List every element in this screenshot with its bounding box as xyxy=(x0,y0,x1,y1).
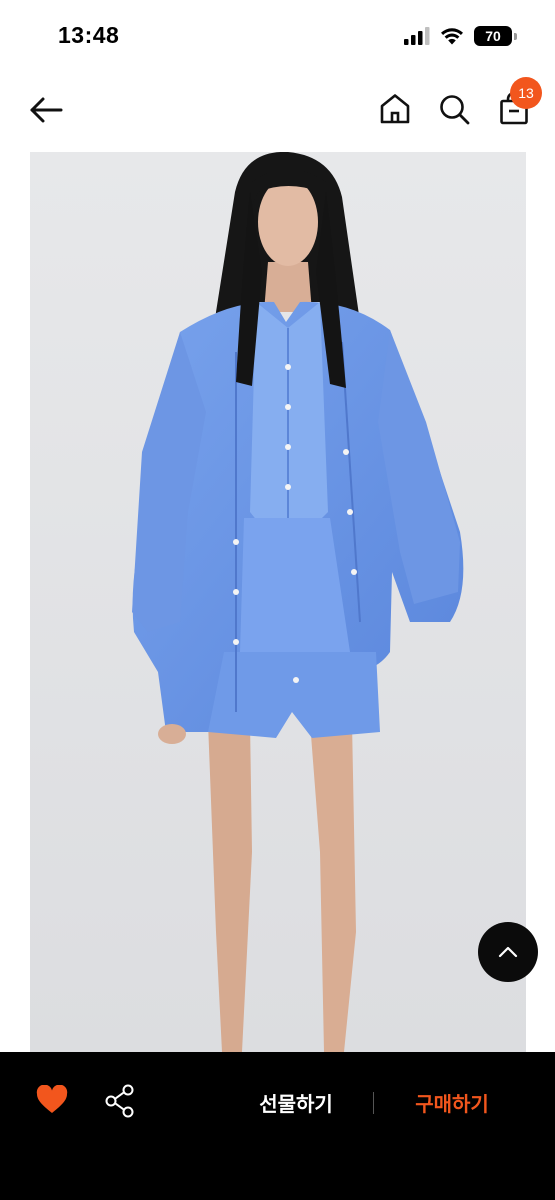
share-icon[interactable] xyxy=(104,1084,136,1118)
product-detail-page: 13:48 70 13 선물하기 구매하기 xyxy=(0,0,555,1200)
header: 13 xyxy=(0,77,555,140)
divider xyxy=(373,1092,374,1114)
chevron-up-icon xyxy=(498,946,518,958)
status-icons: 70 xyxy=(404,26,517,46)
signal-icon xyxy=(404,27,430,45)
wifi-icon xyxy=(441,28,463,45)
battery-level: 70 xyxy=(474,26,512,46)
heart-icon[interactable] xyxy=(36,1085,68,1115)
buy-button[interactable]: 구매하기 xyxy=(394,1082,510,1122)
scroll-to-top-button[interactable] xyxy=(478,922,538,982)
bottom-action-bar: 선물하기 구매하기 xyxy=(0,1052,555,1200)
model-illustration xyxy=(30,152,526,1052)
battery-icon: 70 xyxy=(474,26,517,46)
cart-count-badge: 13 xyxy=(510,77,542,109)
status-bar: 13:48 70 xyxy=(0,0,555,72)
product-photo[interactable] xyxy=(30,152,526,1052)
back-arrow-icon[interactable] xyxy=(28,93,64,127)
gift-button[interactable]: 선물하기 xyxy=(238,1082,354,1122)
home-icon[interactable] xyxy=(378,92,412,126)
search-icon[interactable] xyxy=(437,92,471,126)
status-time: 13:48 xyxy=(58,22,120,48)
battery-nub xyxy=(514,32,517,40)
battery-percent: 70 xyxy=(485,28,501,44)
